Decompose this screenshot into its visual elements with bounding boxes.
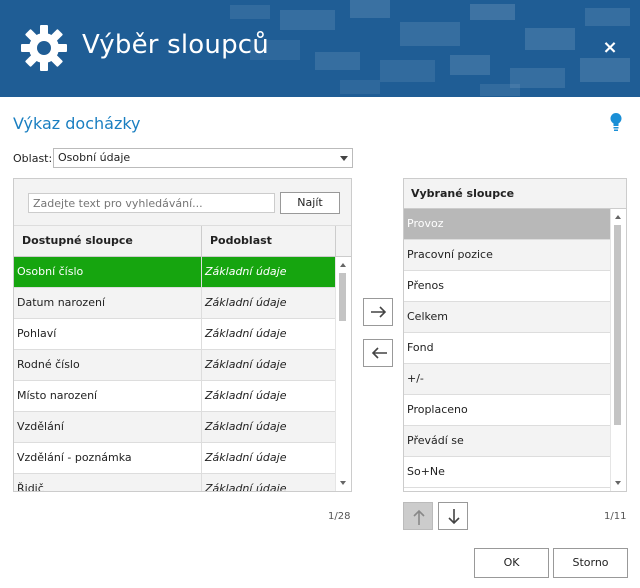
- row-subarea: Základní údaje: [205, 327, 287, 340]
- list-item[interactable]: So+Ne: [404, 457, 610, 488]
- table-row[interactable]: Datum narození Základní údaje: [14, 288, 335, 319]
- scroll-up-icon[interactable]: [615, 215, 621, 219]
- available-columns-panel: Najít Dostupné sloupce Podoblast Osobní …: [13, 178, 352, 492]
- column-header-available[interactable]: Dostupné sloupce: [14, 226, 202, 257]
- column-header-selected: Vybrané sloupce: [404, 179, 626, 209]
- list-item[interactable]: Celkem: [404, 302, 610, 333]
- row-name: Rodné číslo: [14, 350, 202, 380]
- table-row[interactable]: Vzdělání - poznámka Základní údaje: [14, 443, 335, 474]
- row-subarea: Základní údaje: [205, 420, 287, 433]
- row-name: Vzdělání: [14, 412, 202, 442]
- list-item[interactable]: Proplaceno: [404, 395, 610, 426]
- list-item[interactable]: Fond: [404, 333, 610, 364]
- dialog-header: Výběr sloupců ×: [0, 0, 640, 97]
- report-title: Výkaz docházky: [13, 114, 141, 133]
- search-button[interactable]: Najít: [280, 192, 340, 214]
- dialog-title: Výběr sloupců: [82, 30, 269, 60]
- available-count: 1/28: [328, 511, 351, 522]
- table-row[interactable]: Pohlaví Základní údaje: [14, 319, 335, 350]
- arrow-up-icon: [413, 509, 425, 525]
- list-item[interactable]: +/-: [404, 364, 610, 395]
- row-name: Řidič: [14, 474, 202, 491]
- arrow-left-icon: [371, 347, 387, 359]
- chevron-down-icon: [340, 156, 348, 161]
- scrollbar-thumb[interactable]: [339, 273, 346, 321]
- row-subarea: Základní údaje: [205, 482, 287, 491]
- oblast-value: Osobní údaje: [58, 151, 131, 164]
- header-pattern: [230, 0, 630, 96]
- available-rows: Osobní číslo Základní údaje Datum naroze…: [14, 257, 335, 491]
- table-row[interactable]: Místo narození Základní údaje: [14, 381, 335, 412]
- row-name: Datum narození: [14, 288, 202, 318]
- list-item[interactable]: Přenos: [404, 271, 610, 302]
- selected-columns-panel: Vybrané sloupce Provoz Pracovní pozice P…: [403, 178, 627, 492]
- scroll-up-icon[interactable]: [340, 263, 346, 267]
- list-item[interactable]: Provoz: [404, 209, 610, 240]
- oblast-label: Oblast:: [13, 152, 53, 165]
- scroll-down-icon[interactable]: [340, 481, 346, 485]
- row-name: Vzdělání - poznámka: [14, 443, 202, 473]
- lightbulb-icon[interactable]: [609, 112, 623, 132]
- ok-button[interactable]: OK: [474, 548, 549, 578]
- row-subarea: Základní údaje: [205, 265, 287, 278]
- selected-count: 1/11: [604, 511, 627, 522]
- list-item[interactable]: Pracovní pozice: [404, 240, 610, 271]
- row-name: Osobní číslo: [14, 257, 202, 287]
- oblast-select[interactable]: Osobní údaje: [53, 148, 353, 168]
- row-subarea: Základní údaje: [205, 389, 287, 402]
- row-subarea: Základní údaje: [205, 451, 287, 464]
- arrow-down-icon: [448, 509, 460, 525]
- search-bar: Najít: [14, 179, 351, 226]
- row-subarea: Základní údaje: [205, 358, 287, 371]
- search-input[interactable]: [28, 193, 275, 213]
- scroll-down-icon[interactable]: [615, 481, 621, 485]
- selected-scrollbar[interactable]: [610, 209, 626, 491]
- table-row[interactable]: Vzdělání Základní údaje: [14, 412, 335, 443]
- close-icon[interactable]: ×: [601, 38, 619, 58]
- row-subarea: Základní údaje: [205, 296, 287, 309]
- arrow-right-icon: [371, 306, 387, 318]
- cancel-button[interactable]: Storno: [553, 548, 628, 578]
- move-up-button[interactable]: [403, 502, 433, 530]
- list-item[interactable]: Převádí se: [404, 426, 610, 457]
- available-scrollbar[interactable]: [335, 257, 351, 491]
- available-table-header: Dostupné sloupce Podoblast: [14, 226, 351, 257]
- move-down-button[interactable]: [438, 502, 468, 530]
- column-header-subarea[interactable]: Podoblast: [202, 226, 336, 257]
- add-column-button[interactable]: [363, 298, 393, 326]
- selected-rows: Provoz Pracovní pozice Přenos Celkem Fon…: [404, 209, 610, 491]
- remove-column-button[interactable]: [363, 339, 393, 367]
- table-row[interactable]: Osobní číslo Základní údaje: [14, 257, 335, 288]
- table-row[interactable]: Rodné číslo Základní údaje: [14, 350, 335, 381]
- gear-icon: [21, 25, 67, 71]
- row-name: Pohlaví: [14, 319, 202, 349]
- table-row[interactable]: Řidič Základní údaje: [14, 474, 335, 491]
- scrollbar-thumb[interactable]: [614, 225, 621, 425]
- row-name: Místo narození: [14, 381, 202, 411]
